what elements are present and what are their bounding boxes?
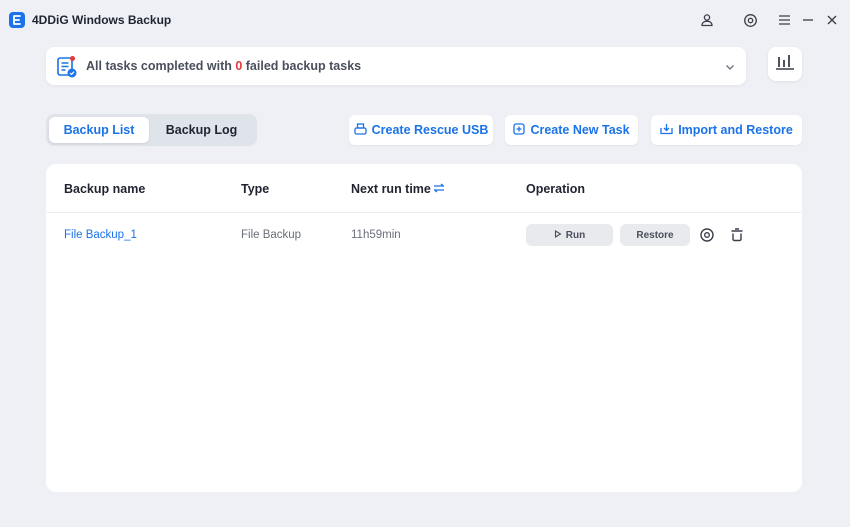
import-and-restore-label: Import and Restore: [678, 123, 793, 137]
backup-type-cell: File Backup: [241, 229, 302, 241]
import-icon: [660, 123, 673, 138]
user-icon[interactable]: [698, 11, 716, 29]
backup-name-cell[interactable]: File Backup_1: [64, 229, 137, 241]
next-run-cell: 11h59min: [351, 229, 401, 241]
minimize-icon[interactable]: [799, 11, 817, 29]
import-and-restore-button[interactable]: Import and Restore: [651, 115, 802, 145]
backup-table: Backup name Type Next run time Operation…: [46, 164, 802, 492]
create-rescue-usb-button[interactable]: Create Rescue USB: [349, 115, 493, 145]
task-status-icon: [56, 55, 78, 79]
create-new-task-label: Create New Task: [530, 123, 630, 137]
app-logo-icon: [9, 12, 25, 28]
add-task-icon: [513, 122, 526, 138]
restore-label: Restore: [636, 229, 674, 241]
header-operation: Operation: [526, 182, 586, 196]
tab-backup-log[interactable]: Backup Log: [149, 117, 254, 143]
header-type: Type: [241, 182, 270, 196]
chart-button[interactable]: [768, 47, 802, 81]
create-rescue-usb-label: Create Rescue USB: [371, 123, 489, 137]
run-button[interactable]: Run: [526, 224, 613, 246]
header-backup-name: Backup name: [64, 182, 146, 196]
run-label: Run: [565, 229, 586, 241]
header-next-run-time[interactable]: Next run time: [351, 182, 445, 196]
gear-icon[interactable]: [699, 227, 715, 243]
delete-icon[interactable]: [729, 227, 745, 243]
menu-icon[interactable]: [775, 11, 793, 29]
app-title: 4DDiG Windows Backup: [32, 13, 172, 27]
create-new-task-button[interactable]: Create New Task: [505, 115, 638, 145]
status-message: All tasks completed with 0 failed backup…: [86, 59, 362, 73]
restore-button[interactable]: Restore: [620, 224, 690, 246]
close-icon[interactable]: [823, 11, 841, 29]
chart-icon: [775, 53, 795, 76]
settings-icon[interactable]: [741, 11, 759, 29]
tab-backup-list[interactable]: Backup List: [49, 117, 149, 143]
chevron-down-icon[interactable]: [724, 60, 736, 72]
header-divider: [46, 212, 802, 213]
task-status-bar[interactable]: All tasks completed with 0 failed backup…: [46, 47, 746, 85]
header-next-run-label: Next run time: [351, 182, 431, 196]
sort-icon[interactable]: [433, 182, 445, 196]
play-icon: [554, 229, 562, 241]
view-tabs: Backup List Backup Log: [46, 114, 257, 146]
title-bar: 4DDiG Windows Backup: [0, 0, 850, 40]
usb-icon: [353, 122, 367, 138]
